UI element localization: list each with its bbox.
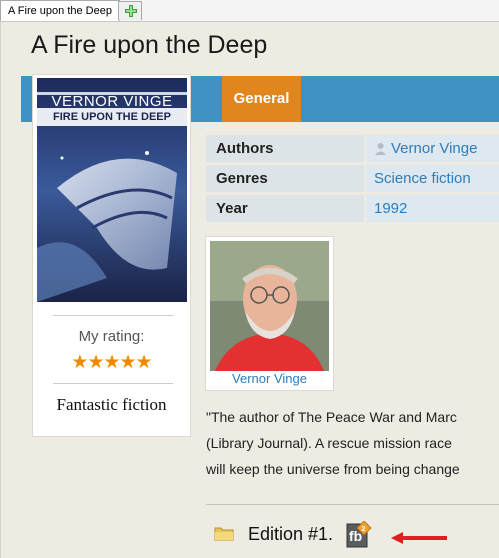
rating-stars[interactable]: ★★★★★ (33, 351, 190, 374)
book-card: VERNOR VINGE FIRE UPON THE DEEP My ratin… (32, 74, 191, 437)
author-name-link[interactable]: Vernor Vinge (206, 371, 333, 386)
rating-label: My rating: (78, 328, 145, 345)
info-row-authors: Authors Vernor Vinge (206, 135, 499, 162)
tab-general[interactable]: General (222, 76, 301, 122)
book-cover[interactable]: VERNOR VINGE FIRE UPON THE DEEP (37, 78, 187, 302)
info-key: Authors (206, 135, 364, 162)
info-key: Genres (206, 165, 364, 192)
info-row-year: Year 1992 (206, 195, 499, 222)
book-page: A Fire upon the Deep General VERNOR VING… (0, 22, 499, 558)
year-link[interactable]: 1992 (366, 195, 499, 222)
info-key: Year (206, 195, 364, 222)
cover-title-text: FIRE UPON THE DEEP (53, 111, 171, 123)
svg-text:2: 2 (362, 526, 366, 533)
author-photo[interactable] (210, 241, 329, 371)
cover-author-text: VERNOR VINGE (51, 93, 173, 110)
plus-icon (125, 5, 137, 17)
person-icon (375, 143, 386, 155)
edition-label: Edition #1. (248, 524, 334, 544)
author-card[interactable]: Vernor Vinge (205, 236, 334, 391)
arrow-left-icon (391, 532, 447, 544)
book-description: "The author of The Peace War and Marc (L… (206, 404, 499, 482)
divider (53, 315, 173, 316)
genre-link[interactable]: Science fiction (366, 165, 499, 192)
divider (53, 383, 173, 384)
divider (206, 504, 499, 505)
description-line: "The author of The Peace War and Marc (206, 409, 457, 425)
tab-book[interactable]: A Fire upon the Deep (0, 0, 120, 21)
info-value-link[interactable]: Vernor Vinge (366, 135, 499, 162)
shelf-label: Fantastic fiction (56, 395, 167, 414)
info-row-genres: Genres Science fiction (206, 165, 499, 192)
page-title: A Fire upon the Deep (31, 31, 268, 59)
author-link[interactable]: Vernor Vinge (391, 140, 477, 157)
description-line: (Library Journal). A rescue mission race (206, 435, 452, 451)
add-tab-button[interactable] (118, 1, 142, 20)
description-line: will keep the universe from being change (206, 461, 460, 477)
fb2-file-icon[interactable]: fb 2 (346, 521, 372, 548)
tab-strip: A Fire upon the Deep (0, 0, 499, 22)
folder-icon (214, 527, 234, 541)
